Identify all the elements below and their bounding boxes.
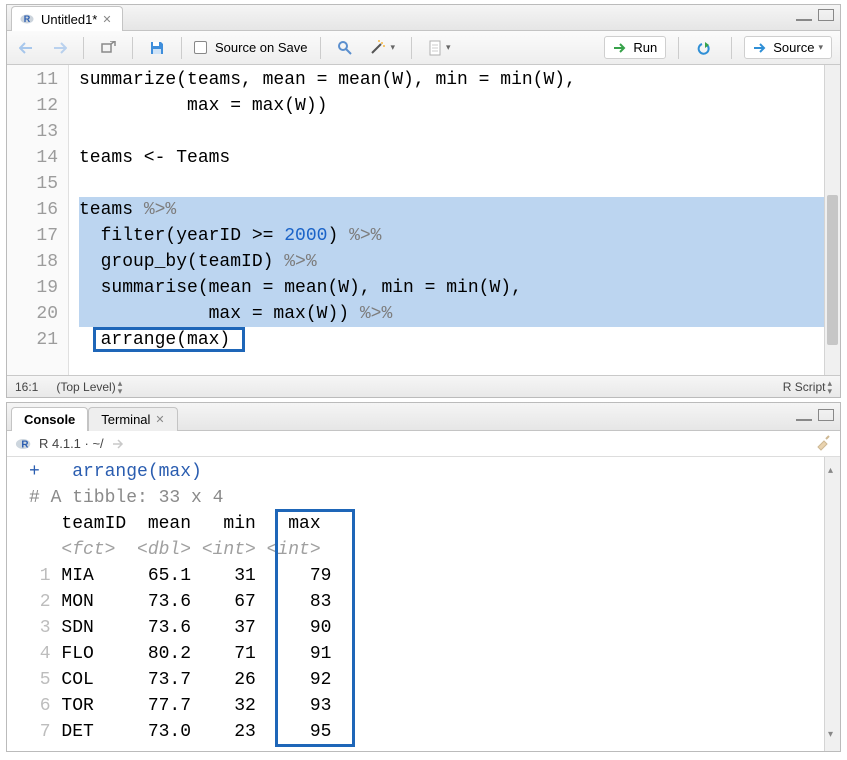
code-body[interactable]: summarize(teams, mean = mean(W), min = m… xyxy=(69,65,824,375)
editor-pane: R Untitled1* ✕ Source on Save xyxy=(6,4,841,398)
scope-stepper[interactable]: ▴▾ xyxy=(118,379,123,395)
source-label: Source xyxy=(773,40,814,55)
console-line: <fct> <dbl> <int> <int> xyxy=(29,537,836,563)
console-scrollbar[interactable]: ▴ ▾ xyxy=(824,457,840,751)
editor-tabbar: R Untitled1* ✕ xyxy=(7,5,840,31)
code-line[interactable]: teams %>% xyxy=(79,197,824,223)
compile-report-button[interactable]: ▾ xyxy=(424,38,455,58)
console-info-text: R 4.1.1 · ~/ xyxy=(39,436,104,451)
tab-console-label: Console xyxy=(24,412,75,427)
editor-statusbar: 16:1 (Top Level) ▴▾ R Script ▴▾ xyxy=(7,375,840,397)
magic-wand-button[interactable]: ▾ xyxy=(365,38,400,58)
console-pane: Console Terminal ✕ R R 4.1.1 · ~/ + arra… xyxy=(6,402,841,752)
console-line: 5 COL 73.7 26 92 xyxy=(29,667,836,693)
editor-toolbar: Source on Save ▾ ▾ Run Source ▾ xyxy=(7,31,840,65)
code-line[interactable]: group_by(teamID) %>% xyxy=(79,249,824,275)
editor-tab-untitled[interactable]: R Untitled1* ✕ xyxy=(11,6,123,31)
code-line[interactable]: max = max(W)) %>% xyxy=(79,301,824,327)
code-line[interactable] xyxy=(79,171,824,197)
nav-fwd-button[interactable] xyxy=(47,39,71,57)
code-line[interactable]: arrange(max) xyxy=(79,327,824,353)
run-label: Run xyxy=(633,40,657,55)
popout-icon[interactable] xyxy=(110,435,128,453)
code-line[interactable]: teams <- Teams xyxy=(79,145,824,171)
rscript-icon: R xyxy=(18,10,36,28)
save-button[interactable] xyxy=(145,38,169,58)
console-line: 6 TOR 77.7 32 93 xyxy=(29,693,836,719)
console-tabbar: Console Terminal ✕ xyxy=(7,403,840,431)
clear-console-icon[interactable] xyxy=(814,435,832,453)
console-line: 4 FLO 80.2 71 91 xyxy=(29,641,836,667)
pane-maximize-icon[interactable] xyxy=(818,9,834,21)
lang-label[interactable]: R Script xyxy=(783,380,826,394)
close-icon[interactable]: ✕ xyxy=(102,13,111,26)
console-line: # A tibble: 33 x 4 xyxy=(29,485,836,511)
cursor-pos: 16:1 xyxy=(15,380,38,394)
code-editor[interactable]: 1112131415161718192021 summarize(teams, … xyxy=(7,65,840,375)
source-on-save-label: Source on Save xyxy=(215,40,308,55)
code-line[interactable]: summarize(teams, mean = mean(W), min = m… xyxy=(79,67,824,93)
show-in-new-window-button[interactable] xyxy=(96,39,120,57)
tab-console[interactable]: Console xyxy=(11,407,88,431)
lang-stepper[interactable]: ▴▾ xyxy=(827,379,832,395)
code-line[interactable]: max = max(W)) xyxy=(79,93,824,119)
console-output[interactable]: + arrange(max)# A tibble: 33 x 4 teamID … xyxy=(7,457,840,751)
console-line: teamID mean min max xyxy=(29,511,836,537)
console-line: 3 SDN 73.6 37 90 xyxy=(29,615,836,641)
scope-label[interactable]: (Top Level) xyxy=(56,380,115,394)
code-line[interactable] xyxy=(79,119,824,145)
console-line: 7 DET 73.0 23 95 xyxy=(29,719,836,745)
source-on-save-checkbox[interactable] xyxy=(194,41,207,54)
console-line: 2 MON 73.6 67 83 xyxy=(29,589,836,615)
svg-text:R: R xyxy=(21,439,28,450)
nav-back-button[interactable] xyxy=(15,39,39,57)
tab-terminal[interactable]: Terminal ✕ xyxy=(88,407,177,431)
console-line: + arrange(max) xyxy=(29,459,836,485)
source-button[interactable]: Source ▾ xyxy=(744,36,832,59)
console-line: 1 MIA 65.1 31 79 xyxy=(29,563,836,589)
run-button[interactable]: Run xyxy=(604,36,666,59)
rerun-button[interactable] xyxy=(691,39,719,57)
code-line[interactable]: summarise(mean = mean(W), min = min(W), xyxy=(79,275,824,301)
line-gutter: 1112131415161718192021 xyxy=(7,65,69,375)
pane-minimize-icon[interactable] xyxy=(796,409,812,421)
pane-minimize-icon[interactable] xyxy=(796,9,812,21)
close-icon[interactable]: ✕ xyxy=(155,413,164,426)
console-info: R R 4.1.1 · ~/ xyxy=(7,431,840,457)
tab-terminal-label: Terminal xyxy=(101,412,150,427)
r-logo-icon: R xyxy=(15,435,33,453)
find-button[interactable] xyxy=(333,38,357,58)
svg-text:R: R xyxy=(24,14,31,24)
code-line[interactable]: filter(yearID >= 2000) %>% xyxy=(79,223,824,249)
pane-maximize-icon[interactable] xyxy=(818,409,834,421)
editor-scrollbar[interactable] xyxy=(824,65,840,375)
editor-tab-title: Untitled1* xyxy=(41,12,97,27)
